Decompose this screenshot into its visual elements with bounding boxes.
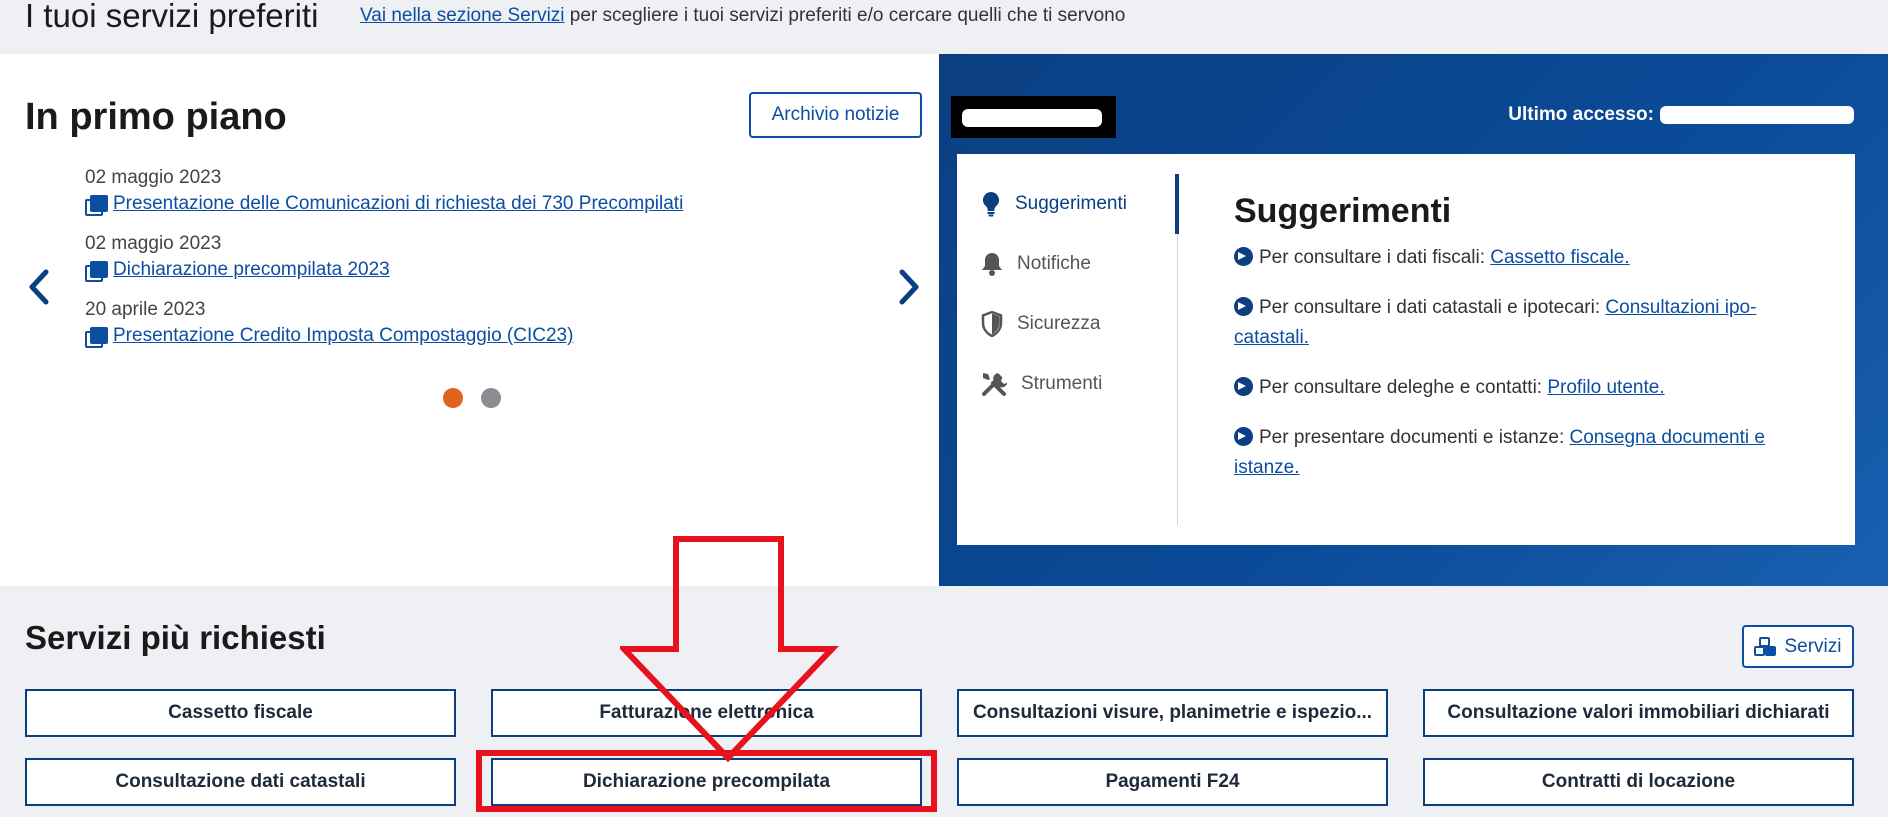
news-item: 02 maggio 2023 Dichiarazione precompilat… — [85, 232, 683, 298]
tip-item: Per consultare deleghe e contatti: Profi… — [1234, 373, 1814, 403]
news-list: 02 maggio 2023 Presentazione delle Comun… — [85, 166, 683, 364]
favorites-description: Vai nella sezione Servizi per scegliere … — [360, 5, 1125, 27]
news-link-label[interactable]: Presentazione Credito Imposta Compostagg… — [113, 325, 573, 347]
tips-content: Suggerimenti Per consultare i dati fisca… — [1234, 192, 1814, 503]
tip-text: Per presentare documenti e istanze: — [1259, 427, 1570, 448]
news-link[interactable]: Presentazione Credito Imposta Compostagg… — [85, 325, 683, 348]
chevron-left-icon — [29, 269, 49, 305]
news-item: 02 maggio 2023 Presentazione delle Comun… — [85, 166, 683, 232]
service-button-dati-catastali[interactable]: Consultazione dati catastali — [25, 758, 456, 806]
document-icon — [85, 261, 108, 282]
service-button-contratti-locazione[interactable]: Contratti di locazione — [1423, 758, 1854, 806]
menu-item-label: Sicurezza — [1017, 313, 1101, 334]
tip-text: Per consultare deleghe e contatti: — [1259, 377, 1548, 398]
arrow-circle-right-icon — [1234, 377, 1253, 396]
service-button-cassetto-fiscale[interactable]: Cassetto fiscale — [25, 689, 456, 737]
carousel-dot-active[interactable] — [443, 388, 463, 408]
news-section: In primo piano Archivio notizie 02 maggi… — [0, 54, 939, 586]
favorites-title: I tuoi servizi preferiti — [25, 0, 319, 34]
news-date: 20 aprile 2023 — [85, 299, 206, 320]
service-button-valori-immobiliari[interactable]: Consultazione valori immobiliari dichiar… — [1423, 689, 1854, 737]
news-link-label[interactable]: Dichiarazione precompilata 2023 — [113, 259, 390, 281]
carousel-dot[interactable] — [481, 388, 501, 408]
services-button-label: Servizi — [1784, 635, 1842, 657]
menu-item-label: Suggerimenti — [1015, 193, 1127, 214]
carousel-dots — [443, 388, 501, 408]
menu-item-label: Strumenti — [1021, 373, 1103, 394]
tools-icon — [982, 373, 1007, 396]
news-item: 20 aprile 2023 Presentazione Credito Imp… — [85, 298, 683, 364]
services-grid: Cassetto fiscale Fatturazione elettronic… — [25, 689, 1854, 806]
news-link[interactable]: Presentazione delle Comunicazioni di ric… — [85, 193, 683, 216]
menu-item-label: Notifiche — [1017, 253, 1091, 274]
user-panel: Ultimo accesso: Suggerimenti Notifiche S… — [939, 54, 1888, 586]
tip-item: Per consultare i dati catastali e ipotec… — [1234, 293, 1814, 353]
document-icon — [85, 195, 108, 216]
shield-icon — [981, 311, 1003, 337]
carousel-next-button[interactable] — [894, 264, 924, 310]
favorites-description-text: per scegliere i tuoi servizi preferiti e… — [564, 5, 1126, 26]
bell-icon — [982, 253, 1002, 276]
menu-item-sicurezza[interactable]: Sicurezza — [957, 294, 1177, 354]
tip-link[interactable]: Cassetto fiscale. — [1490, 247, 1629, 268]
services-title: Servizi più richiesti — [25, 619, 326, 656]
chevron-right-icon — [899, 269, 919, 305]
arrow-circle-right-icon — [1234, 247, 1253, 266]
side-menu: Suggerimenti Notifiche Sicurezza Strumen… — [957, 174, 1179, 525]
favorites-strip: I tuoi servizi preferiti Vai nella sezio… — [0, 0, 1888, 54]
last-access-label: Ultimo accesso: — [1508, 104, 1654, 125]
tips-title: Suggerimenti — [1234, 192, 1452, 230]
lightbulb-icon — [982, 191, 1000, 217]
menu-item-suggerimenti[interactable]: Suggerimenti — [957, 174, 1179, 234]
carousel-prev-button[interactable] — [24, 264, 54, 310]
document-icon — [85, 327, 108, 348]
news-title: In primo piano — [25, 96, 287, 138]
tip-item: Per consultare i dati fiscali: Cassetto … — [1234, 243, 1814, 273]
archive-news-button[interactable]: Archivio notizie — [749, 92, 922, 138]
news-link-label[interactable]: Presentazione delle Comunicazioni di ric… — [113, 193, 683, 215]
last-access-redacted — [1660, 106, 1854, 124]
service-button-consultazioni-visure[interactable]: Consultazioni visure, planimetrie e ispe… — [957, 689, 1388, 737]
news-date: 02 maggio 2023 — [85, 167, 222, 188]
news-date: 02 maggio 2023 — [85, 233, 222, 254]
service-button-pagamenti-f24[interactable]: Pagamenti F24 — [957, 758, 1388, 806]
redaction-mark — [962, 109, 1102, 127]
cubes-icon — [1754, 636, 1777, 656]
service-button-dichiarazione-precompilata[interactable]: Dichiarazione precompilata — [491, 758, 922, 806]
tip-text: Per consultare i dati catastali e ipotec… — [1259, 297, 1606, 318]
tip-link[interactable]: Profilo utente. — [1547, 377, 1664, 398]
menu-item-notifiche[interactable]: Notifiche — [957, 234, 1177, 294]
user-name-redacted — [951, 96, 1116, 138]
tip-item: Per presentare documenti e istanze: Cons… — [1234, 423, 1814, 483]
tip-text: Per consultare i dati fiscali: — [1259, 247, 1491, 268]
menu-item-strumenti[interactable]: Strumenti — [957, 354, 1177, 414]
services-button[interactable]: Servizi — [1742, 625, 1854, 668]
services-section-link[interactable]: Vai nella sezione Servizi — [360, 5, 565, 26]
arrow-circle-right-icon — [1234, 297, 1253, 316]
news-link[interactable]: Dichiarazione precompilata 2023 — [85, 259, 683, 282]
services-section: Servizi più richiesti Servizi Cassetto f… — [0, 586, 1888, 817]
last-access: Ultimo accesso: — [1508, 104, 1854, 126]
service-button-fatturazione-elettronica[interactable]: Fatturazione elettronica — [491, 689, 922, 737]
arrow-circle-right-icon — [1234, 427, 1253, 446]
tips-card: Suggerimenti Notifiche Sicurezza Strumen… — [957, 154, 1855, 545]
